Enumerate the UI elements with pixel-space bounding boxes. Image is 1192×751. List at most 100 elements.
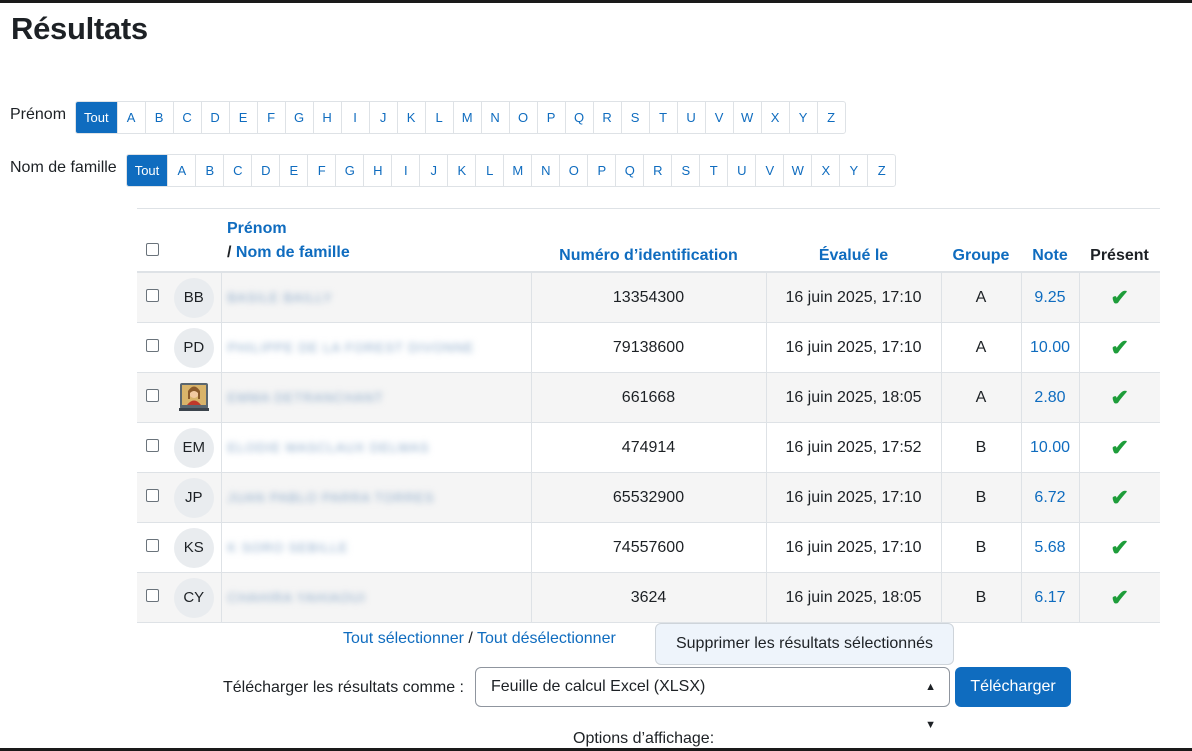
delete-selected-button[interactable]: Supprimer les résultats sélectionnés <box>655 623 954 665</box>
avatar[interactable] <box>174 377 214 417</box>
lastname-filter-letter-u[interactable]: U <box>727 155 755 186</box>
row-grade-link[interactable]: 10.00 <box>1020 322 1079 373</box>
row-name-cell: ELODIE MASCLAUX DELMAS <box>220 422 531 473</box>
lastname-filter-letter-t[interactable]: T <box>699 155 727 186</box>
avatar[interactable]: CY <box>173 577 214 618</box>
firstname-filter-letter-q[interactable]: Q <box>564 102 593 133</box>
lastname-filter-letter-y[interactable]: Y <box>839 155 867 186</box>
lastname-filter-letter-e[interactable]: E <box>279 155 307 186</box>
row-avatar-cell: EM <box>167 422 221 473</box>
lastname-filter-letter-j[interactable]: J <box>419 155 447 186</box>
firstname-filter-letter-p[interactable]: P <box>536 102 565 133</box>
lastname-filter-letter-r[interactable]: R <box>643 155 671 186</box>
lastname-filter-letter-x[interactable]: X <box>811 155 839 186</box>
avatar[interactable]: PD <box>173 327 214 368</box>
row-select-checkbox[interactable] <box>145 438 159 452</box>
lastname-filter-letter-k[interactable]: K <box>447 155 475 186</box>
avatar[interactable]: KS <box>173 527 214 568</box>
firstname-filter-letter-m[interactable]: M <box>452 102 481 133</box>
sort-lastname-link[interactable]: Nom de famille <box>236 244 350 261</box>
lastname-filter-letter-b[interactable]: B <box>195 155 223 186</box>
lastname-filter-letter-o[interactable]: O <box>559 155 587 186</box>
lastname-filter-letter-s[interactable]: S <box>671 155 699 186</box>
student-name-link[interactable]: EMMA DETRANCHANT <box>228 390 384 405</box>
download-button[interactable]: Télécharger <box>955 667 1071 707</box>
student-name-link[interactable]: ELODIE MASCLAUX DELMAS <box>228 440 430 455</box>
row-select-checkbox[interactable] <box>145 338 159 352</box>
firstname-filter-letter-x[interactable]: X <box>760 102 789 133</box>
firstname-filter-letter-k[interactable]: K <box>396 102 425 133</box>
student-name-link[interactable]: CHAHIRA YAHIAOUI <box>228 590 366 605</box>
student-name-link[interactable]: K SORO SEBILLE <box>228 540 349 555</box>
deselect-all-link[interactable]: Tout désélectionner <box>477 630 616 647</box>
lastname-filter-letter-n[interactable]: N <box>531 155 559 186</box>
lastname-filter-all[interactable]: Tout <box>126 155 168 186</box>
select-all-checkbox[interactable] <box>145 243 159 256</box>
lastname-filter-letter-i[interactable]: I <box>391 155 419 186</box>
user-photo-icon <box>178 383 209 411</box>
firstname-filter-letter-v[interactable]: V <box>704 102 733 133</box>
firstname-filter-letter-l[interactable]: L <box>424 102 453 133</box>
lastname-filter-letter-c[interactable]: C <box>223 155 251 186</box>
lastname-filter-letter-f[interactable]: F <box>307 155 335 186</box>
row-grade-link[interactable]: 6.72 <box>1020 472 1079 523</box>
avatar[interactable]: BB <box>173 277 214 318</box>
row-select-checkbox[interactable] <box>145 388 159 402</box>
download-format-select[interactable]: Feuille de calcul Excel (XLSX) ▲ ▼ <box>475 667 950 731</box>
firstname-filter-letter-i[interactable]: I <box>340 102 369 133</box>
firstname-filter-letter-f[interactable]: F <box>256 102 285 133</box>
firstname-filter-letter-y[interactable]: Y <box>788 102 817 133</box>
lastname-filter-letter-z[interactable]: Z <box>867 155 895 186</box>
firstname-filter-letter-j[interactable]: J <box>368 102 397 133</box>
lastname-filter-letter-v[interactable]: V <box>755 155 783 186</box>
student-name-link[interactable]: BASILE BAILLY <box>228 290 333 305</box>
firstname-filter-letter-o[interactable]: O <box>508 102 537 133</box>
firstname-filter-letter-a[interactable]: A <box>116 102 145 133</box>
firstname-filter-letter-g[interactable]: G <box>284 102 313 133</box>
firstname-filter-letter-r[interactable]: R <box>592 102 621 133</box>
firstname-filter-letter-e[interactable]: E <box>228 102 257 133</box>
firstname-filter-letter-b[interactable]: B <box>144 102 173 133</box>
avatar[interactable]: JP <box>173 477 214 518</box>
lastname-filter-letter-w[interactable]: W <box>783 155 811 186</box>
row-grade-link[interactable]: 6.17 <box>1020 572 1079 623</box>
firstname-filter-letter-s[interactable]: S <box>620 102 649 133</box>
select-all-link[interactable]: Tout sélectionner <box>343 630 464 647</box>
row-select-checkbox[interactable] <box>145 288 159 302</box>
lastname-filter-letter-m[interactable]: M <box>503 155 531 186</box>
firstname-filter-letter-t[interactable]: T <box>648 102 677 133</box>
row-idnumber: 474914 <box>530 422 766 473</box>
lastname-filter-letter-q[interactable]: Q <box>615 155 643 186</box>
firstname-filter-all[interactable]: Tout <box>76 102 117 133</box>
firstname-filter-letter-d[interactable]: D <box>200 102 229 133</box>
lastname-filter-letter-d[interactable]: D <box>251 155 279 186</box>
firstname-filter-letter-u[interactable]: U <box>676 102 705 133</box>
row-grade-link[interactable]: 2.80 <box>1020 372 1079 423</box>
lastname-filter-letter-p[interactable]: P <box>587 155 615 186</box>
selection-links: Tout sélectionner / Tout désélectionner <box>343 630 616 648</box>
lastname-filter-letter-a[interactable]: A <box>167 155 195 186</box>
student-name-link[interactable]: PHILIPPE DE LA FOREST DIVONNE <box>228 340 475 355</box>
firstname-filter-letter-n[interactable]: N <box>480 102 509 133</box>
avatar[interactable]: EM <box>173 427 214 468</box>
sort-grade-link[interactable]: Note <box>1021 209 1079 273</box>
firstname-filter-letter-z[interactable]: Z <box>816 102 845 133</box>
row-select-checkbox[interactable] <box>145 588 159 602</box>
lastname-filter-letter-l[interactable]: L <box>475 155 503 186</box>
student-name-link[interactable]: JUAN PABLO PARRA TORRES <box>228 490 435 505</box>
row-grade-link[interactable]: 10.00 <box>1020 422 1079 473</box>
lastname-initials-pager: Tout ABCDEFGHIJKLMNOPQRSTUVWXYZ <box>125 154 897 187</box>
firstname-filter-letter-h[interactable]: H <box>312 102 341 133</box>
firstname-filter-letter-c[interactable]: C <box>172 102 201 133</box>
lastname-filter-letter-h[interactable]: H <box>363 155 391 186</box>
row-select-checkbox[interactable] <box>145 488 159 502</box>
row-grade-link[interactable]: 9.25 <box>1020 272 1079 323</box>
sort-evaluated-link[interactable]: Évalué le <box>766 209 941 273</box>
sort-firstname-link[interactable]: Prénom <box>227 217 531 241</box>
lastname-filter-letter-g[interactable]: G <box>335 155 363 186</box>
sort-group-link[interactable]: Groupe <box>941 209 1021 273</box>
firstname-filter-letter-w[interactable]: W <box>732 102 761 133</box>
sort-idnumber-link[interactable]: Numéro d’identification <box>531 209 766 273</box>
row-grade-link[interactable]: 5.68 <box>1020 522 1079 573</box>
row-select-checkbox[interactable] <box>145 538 159 552</box>
